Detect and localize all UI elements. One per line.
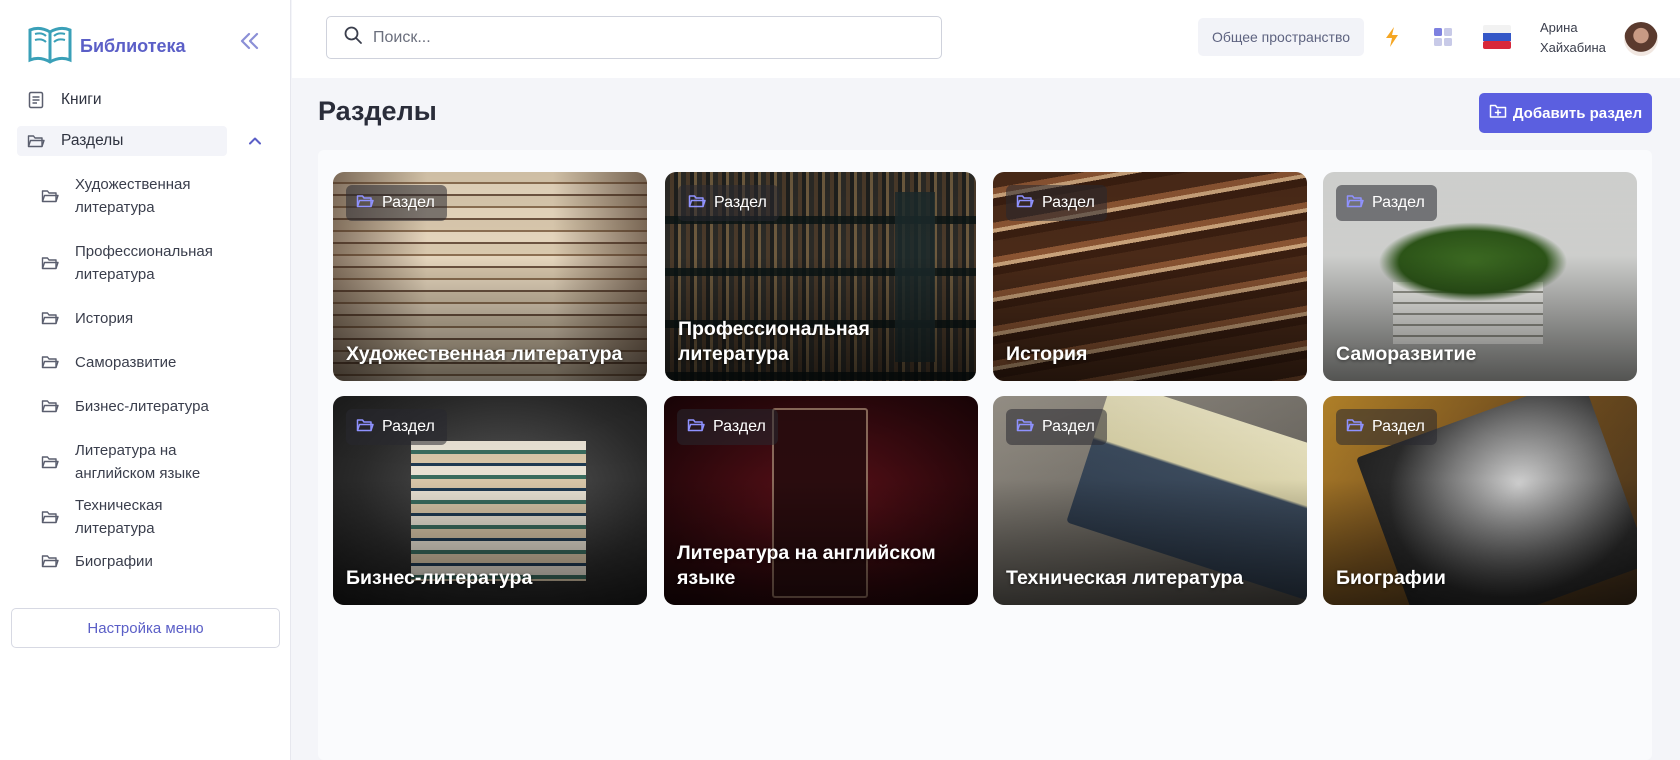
- folder-icon: [688, 193, 706, 214]
- add-section-label: Добавить раздел: [1512, 104, 1643, 122]
- section-card-self-development[interactable]: Раздел Саморазвитие: [1323, 172, 1637, 381]
- folder-icon: [356, 417, 374, 438]
- sidebar-item-business[interactable]: Бизнес-литература: [0, 384, 291, 428]
- folder-icon: [356, 193, 374, 214]
- section-tag-label: Раздел: [382, 194, 435, 211]
- sidebar-nav: Книги Разделы Художественная литература …: [0, 80, 291, 583]
- sidebar-item-english[interactable]: Литература на английском языке: [0, 428, 291, 495]
- sidebar-item-self-development[interactable]: Саморазвитие: [0, 340, 291, 384]
- workspace-button[interactable]: Общее пространство: [1198, 18, 1364, 56]
- section-card-business[interactable]: Раздел Бизнес-литература: [333, 396, 647, 605]
- section-card-title: Профессиональная литература: [678, 318, 870, 365]
- section-card-title: Саморазвитие: [1336, 343, 1477, 365]
- brand[interactable]: Библиотека: [26, 22, 186, 71]
- folder-icon: [1016, 417, 1034, 438]
- folder-icon: [41, 397, 59, 415]
- russia-flag-icon[interactable]: [1482, 24, 1512, 50]
- section-card-title: История: [1006, 343, 1088, 365]
- sections-list: Художественная литература Профессиональн…: [0, 162, 291, 583]
- sidebar-item-sections[interactable]: Разделы: [17, 126, 261, 156]
- brand-title: Библиотека: [80, 36, 186, 56]
- folder-icon: [41, 453, 59, 471]
- section-tag: Раздел: [678, 185, 779, 221]
- folder-icon: [41, 254, 59, 272]
- folder-icon: [27, 132, 45, 150]
- section-tag-label: Раздел: [1042, 418, 1095, 435]
- section-card-title: Литература на английском языке: [677, 542, 936, 589]
- grid-icon[interactable]: [1430, 24, 1456, 50]
- folder-icon: [41, 508, 59, 526]
- user-name[interactable]: Арина Хайхабина: [1540, 18, 1606, 58]
- collapse-icon: [237, 31, 261, 56]
- sidebar-item-label: Бизнес-литература: [75, 397, 209, 415]
- folder-icon: [41, 552, 59, 570]
- search-box[interactable]: [326, 16, 942, 59]
- search-input[interactable]: [373, 28, 913, 47]
- sidebar-item-label: Художественная литература: [75, 175, 191, 216]
- section-card-title: Бизнес-литература: [346, 567, 533, 589]
- sidebar-item-history[interactable]: История: [0, 296, 291, 340]
- user-first-name: Арина: [1540, 20, 1578, 35]
- sidebar-item-label: Разделы: [61, 132, 124, 149]
- section-tag: Раздел: [1336, 409, 1437, 445]
- section-card-professional[interactable]: Раздел Профессиональная литература: [665, 172, 976, 381]
- sidebar: Библиотека Книги Разделы Художественная: [0, 0, 291, 760]
- section-tag-label: Раздел: [1042, 194, 1095, 211]
- collapse-sidebar-button[interactable]: [234, 30, 264, 56]
- section-card-english[interactable]: Раздел Литература на английском языке: [664, 396, 978, 605]
- list-icon: [27, 91, 45, 109]
- sidebar-item-biographies[interactable]: Биографии: [0, 539, 291, 583]
- section-tag-label: Раздел: [1372, 194, 1425, 211]
- topbar: Общее пространство Арина Хайхабина: [292, 0, 1680, 78]
- search-icon: [343, 25, 363, 50]
- book-logo-icon: [26, 22, 74, 71]
- folder-icon: [1016, 193, 1034, 214]
- section-tag-label: Раздел: [382, 418, 435, 435]
- menu-settings-button[interactable]: Настройка меню: [11, 608, 280, 648]
- sidebar-item-label: Техническая литература: [75, 497, 163, 537]
- sidebar-item-technical[interactable]: Техническая литература: [0, 495, 291, 539]
- sidebar-item-label: Профессиональная литература: [75, 242, 213, 283]
- folder-icon: [41, 353, 59, 371]
- section-card-fiction[interactable]: Раздел Художественная литература: [333, 172, 647, 381]
- section-tag: Раздел: [1336, 185, 1437, 221]
- section-card-biographies[interactable]: Раздел Биографии: [1323, 396, 1637, 605]
- add-section-button[interactable]: Добавить раздел: [1479, 93, 1652, 133]
- avatar[interactable]: [1624, 22, 1658, 56]
- chevron-up-icon[interactable]: [247, 133, 263, 154]
- folder-icon: [41, 309, 59, 327]
- lightning-icon[interactable]: [1379, 24, 1405, 50]
- section-tag: Раздел: [1006, 185, 1107, 221]
- folder-icon: [1346, 193, 1364, 214]
- section-tag-label: Раздел: [714, 194, 767, 211]
- section-tag: Раздел: [346, 185, 447, 221]
- folder-icon: [1346, 417, 1364, 438]
- section-card-history[interactable]: Раздел История: [993, 172, 1307, 381]
- section-card-technical[interactable]: Раздел Техническая литература: [993, 396, 1307, 605]
- section-tag: Раздел: [346, 409, 447, 445]
- sidebar-item-label: Саморазвитие: [75, 353, 177, 371]
- folder-icon: [687, 417, 705, 438]
- sidebar-item-label: Книги: [61, 91, 102, 108]
- section-tag: Раздел: [677, 409, 778, 445]
- folder-icon: [41, 187, 59, 205]
- sidebar-item-books[interactable]: Книги: [0, 80, 291, 120]
- page-title: Разделы: [318, 96, 437, 126]
- section-card-title: Художественная литература: [346, 343, 623, 365]
- section-card-title: Техническая литература: [1006, 567, 1244, 589]
- section-tag-label: Раздел: [713, 418, 766, 435]
- folder-plus-icon: [1489, 103, 1507, 123]
- user-last-name: Хайхабина: [1540, 40, 1606, 55]
- sidebar-item-label: Литература на английском языке: [75, 441, 201, 482]
- sidebar-item-label: История: [75, 309, 134, 327]
- section-card-title: Биографии: [1336, 567, 1446, 589]
- section-tag-label: Раздел: [1372, 418, 1425, 435]
- section-tag: Раздел: [1006, 409, 1107, 445]
- sections-panel: Раздел Художественная литература Раздел …: [318, 150, 1652, 760]
- sidebar-item-fiction[interactable]: Художественная литература: [0, 162, 291, 229]
- sidebar-item-professional[interactable]: Профессиональная литература: [0, 229, 291, 296]
- sidebar-item-label: Биографии: [75, 552, 153, 570]
